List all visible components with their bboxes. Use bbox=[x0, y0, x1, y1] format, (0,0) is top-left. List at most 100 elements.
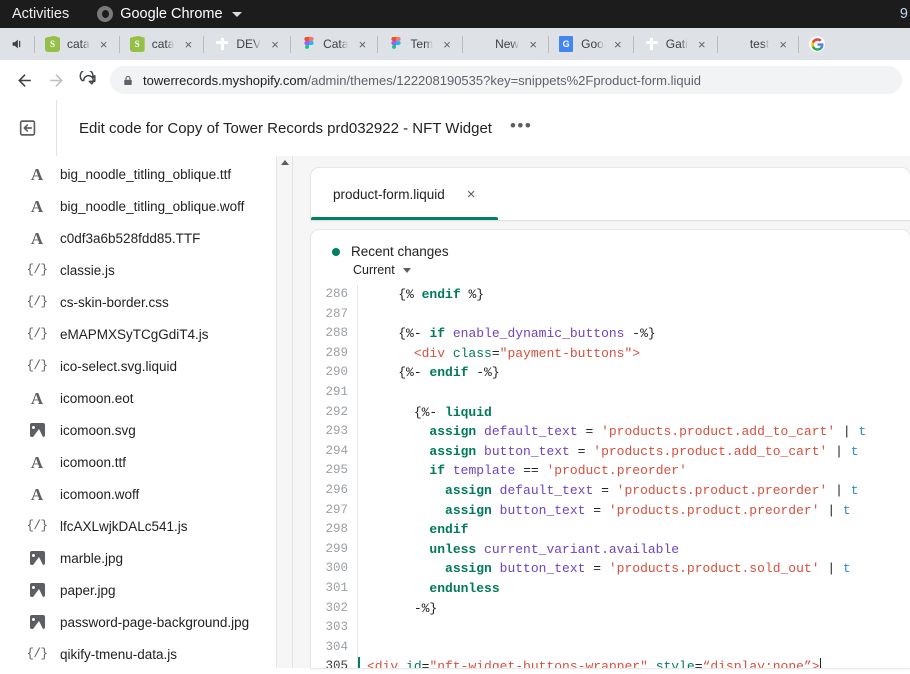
close-icon[interactable]: × bbox=[354, 36, 370, 52]
figma-icon bbox=[301, 36, 317, 52]
code-line[interactable]: {%- endif -%} bbox=[358, 363, 910, 383]
file-name: icomoon.woff bbox=[60, 487, 139, 502]
browser-tab[interactable]: S cata × bbox=[35, 28, 119, 60]
scroll-up-arrow-icon[interactable] bbox=[281, 160, 289, 165]
code-line[interactable]: endunless bbox=[358, 579, 910, 599]
code-line[interactable]: {%- liquid bbox=[358, 403, 910, 423]
forward-arrow-icon[interactable] bbox=[40, 64, 72, 96]
file-list-item[interactable]: {/}ico-select.svg.liquid bbox=[0, 350, 292, 382]
file-list-item[interactable]: Ac0df3a6b528fdd85.TTF bbox=[0, 222, 292, 254]
code-token: = bbox=[593, 483, 616, 498]
close-icon[interactable]: × bbox=[267, 36, 283, 52]
code-line[interactable]: assign default_text = 'products.product.… bbox=[358, 422, 910, 442]
file-list-item[interactable]: Aicomoon.eot bbox=[0, 382, 292, 414]
code-content[interactable]: {% endif %} {%- if enable_dynamic_button… bbox=[358, 285, 910, 668]
browser-tab[interactable]: test × bbox=[718, 28, 798, 60]
back-arrow-icon[interactable] bbox=[8, 64, 40, 96]
line-number: 288 bbox=[311, 324, 348, 344]
code-token: t bbox=[851, 483, 859, 498]
font-file-icon: A bbox=[27, 454, 47, 471]
code-line[interactable]: <div class="payment-buttons"> bbox=[358, 344, 910, 364]
code-file-icon: {/} bbox=[27, 263, 47, 277]
code-token: class bbox=[453, 346, 492, 361]
close-icon[interactable]: × bbox=[525, 36, 541, 52]
code-line[interactable] bbox=[358, 638, 910, 658]
system-clock[interactable]: 9 bbox=[900, 0, 910, 28]
version-select[interactable]: Current bbox=[353, 263, 910, 277]
close-icon[interactable]: × bbox=[439, 36, 455, 52]
editor-tabs-card: product-form.liquid × bbox=[311, 168, 910, 220]
browser-tab[interactable] bbox=[799, 28, 829, 60]
code-area[interactable]: 2862872882892902912922932942952962972982… bbox=[311, 285, 910, 668]
file-list-item[interactable]: {/}eMAPMXSyTCgGdiT4.js bbox=[0, 318, 292, 350]
code-token: -%} bbox=[414, 601, 437, 616]
code-line[interactable]: {% endif %} bbox=[358, 285, 910, 305]
browser-tab[interactable]: Gati × bbox=[634, 28, 717, 60]
file-name: ico-select.svg.liquid bbox=[60, 359, 177, 374]
code-line[interactable]: <div id="nft-widget-buttons-wrapper" sty… bbox=[358, 657, 910, 668]
more-actions-button[interactable]: ••• bbox=[510, 117, 532, 140]
file-list-item[interactable]: icomoon.svg bbox=[0, 414, 292, 446]
code-line[interactable]: assign button_text = 'products.product.p… bbox=[358, 501, 910, 521]
speaker-icon[interactable] bbox=[0, 37, 34, 51]
sidebar-scrollbar[interactable] bbox=[276, 156, 292, 668]
code-line[interactable]: unless current_variant.available bbox=[358, 540, 910, 560]
code-line[interactable]: assign button_text = 'products.product.a… bbox=[358, 442, 910, 462]
code-token: {%- bbox=[414, 405, 445, 420]
file-list-item[interactable]: Abig_noodle_titling_oblique.ttf bbox=[0, 158, 292, 190]
code-token: current_variant.available bbox=[484, 542, 679, 557]
close-icon[interactable]: × bbox=[775, 36, 791, 52]
close-icon[interactable]: × bbox=[96, 36, 112, 52]
code-token: liquid bbox=[445, 405, 492, 420]
figma-icon bbox=[388, 36, 404, 52]
image-file-icon bbox=[27, 551, 47, 565]
file-list-item[interactable]: marble.jpg bbox=[0, 542, 292, 574]
file-list-item[interactable]: password-page-background.jpg bbox=[0, 606, 292, 638]
close-icon[interactable]: × bbox=[180, 36, 196, 52]
line-number: 293 bbox=[311, 422, 348, 442]
browser-tab[interactable]: Cata × bbox=[291, 28, 377, 60]
reload-icon[interactable] bbox=[72, 64, 104, 96]
exit-code-editor-icon[interactable] bbox=[0, 100, 56, 156]
dev-icon bbox=[214, 36, 230, 52]
file-list-item[interactable]: Abig_noodle_titling_oblique.woff bbox=[0, 190, 292, 222]
code-token bbox=[367, 601, 414, 616]
code-line[interactable]: endif bbox=[358, 520, 910, 540]
code-token: = bbox=[570, 444, 593, 459]
code-line[interactable] bbox=[358, 305, 910, 325]
browser-tab[interactable]: G Goo × bbox=[549, 28, 633, 60]
file-list-item[interactable]: {/}lfcAXLwjkDALc541.js bbox=[0, 510, 292, 542]
line-number: 298 bbox=[311, 520, 348, 540]
code-line[interactable]: if template == 'product.preorder' bbox=[358, 461, 910, 481]
code-line[interactable] bbox=[358, 383, 910, 403]
code-token: endif bbox=[429, 522, 468, 537]
file-list-item[interactable]: {/}qikify-tmenu-data.js bbox=[0, 638, 292, 668]
close-icon[interactable]: × bbox=[467, 187, 476, 202]
code-line[interactable]: {%- if enable_dynamic_buttons -%} bbox=[358, 324, 910, 344]
code-token: t bbox=[851, 444, 859, 459]
active-app-menu[interactable]: Google Chrome bbox=[97, 6, 241, 22]
address-bar[interactable]: towerrecords.myshopify.com/admin/themes/… bbox=[110, 66, 902, 94]
code-line[interactable] bbox=[358, 618, 910, 638]
code-token: > bbox=[812, 659, 820, 668]
code-line[interactable]: -%} bbox=[358, 599, 910, 619]
close-icon[interactable]: × bbox=[694, 36, 710, 52]
browser-tab[interactable]: DEV × bbox=[204, 28, 290, 60]
file-list-item[interactable]: Aicomoon.ttf bbox=[0, 446, 292, 478]
editor-tab-product-form[interactable]: product-form.liquid × bbox=[311, 168, 498, 220]
file-name: icomoon.svg bbox=[60, 423, 136, 438]
file-list-item[interactable]: paper.jpg bbox=[0, 574, 292, 606]
browser-tab[interactable]: Tem × bbox=[378, 28, 462, 60]
file-list-item[interactable]: {/}classie.js bbox=[0, 254, 292, 286]
close-icon[interactable]: × bbox=[610, 36, 626, 52]
file-list-item[interactable]: Aicomoon.woff bbox=[0, 478, 292, 510]
code-line[interactable]: assign default_text = 'products.product.… bbox=[358, 481, 910, 501]
code-line[interactable]: assign button_text = 'products.product.s… bbox=[358, 559, 910, 579]
font-file-icon: A bbox=[27, 230, 47, 247]
browser-tab[interactable]: New × bbox=[463, 28, 548, 60]
code-token: "nft-widget-buttons-wrapper" bbox=[429, 659, 647, 668]
activities-button[interactable]: Activities bbox=[0, 6, 83, 22]
file-list-item[interactable]: {/}cs-skin-border.css bbox=[0, 286, 292, 318]
theme-file-list[interactable]: Abig_noodle_titling_oblique.ttfAbig_nood… bbox=[0, 156, 292, 668]
browser-tab[interactable]: S cata × bbox=[120, 28, 204, 60]
